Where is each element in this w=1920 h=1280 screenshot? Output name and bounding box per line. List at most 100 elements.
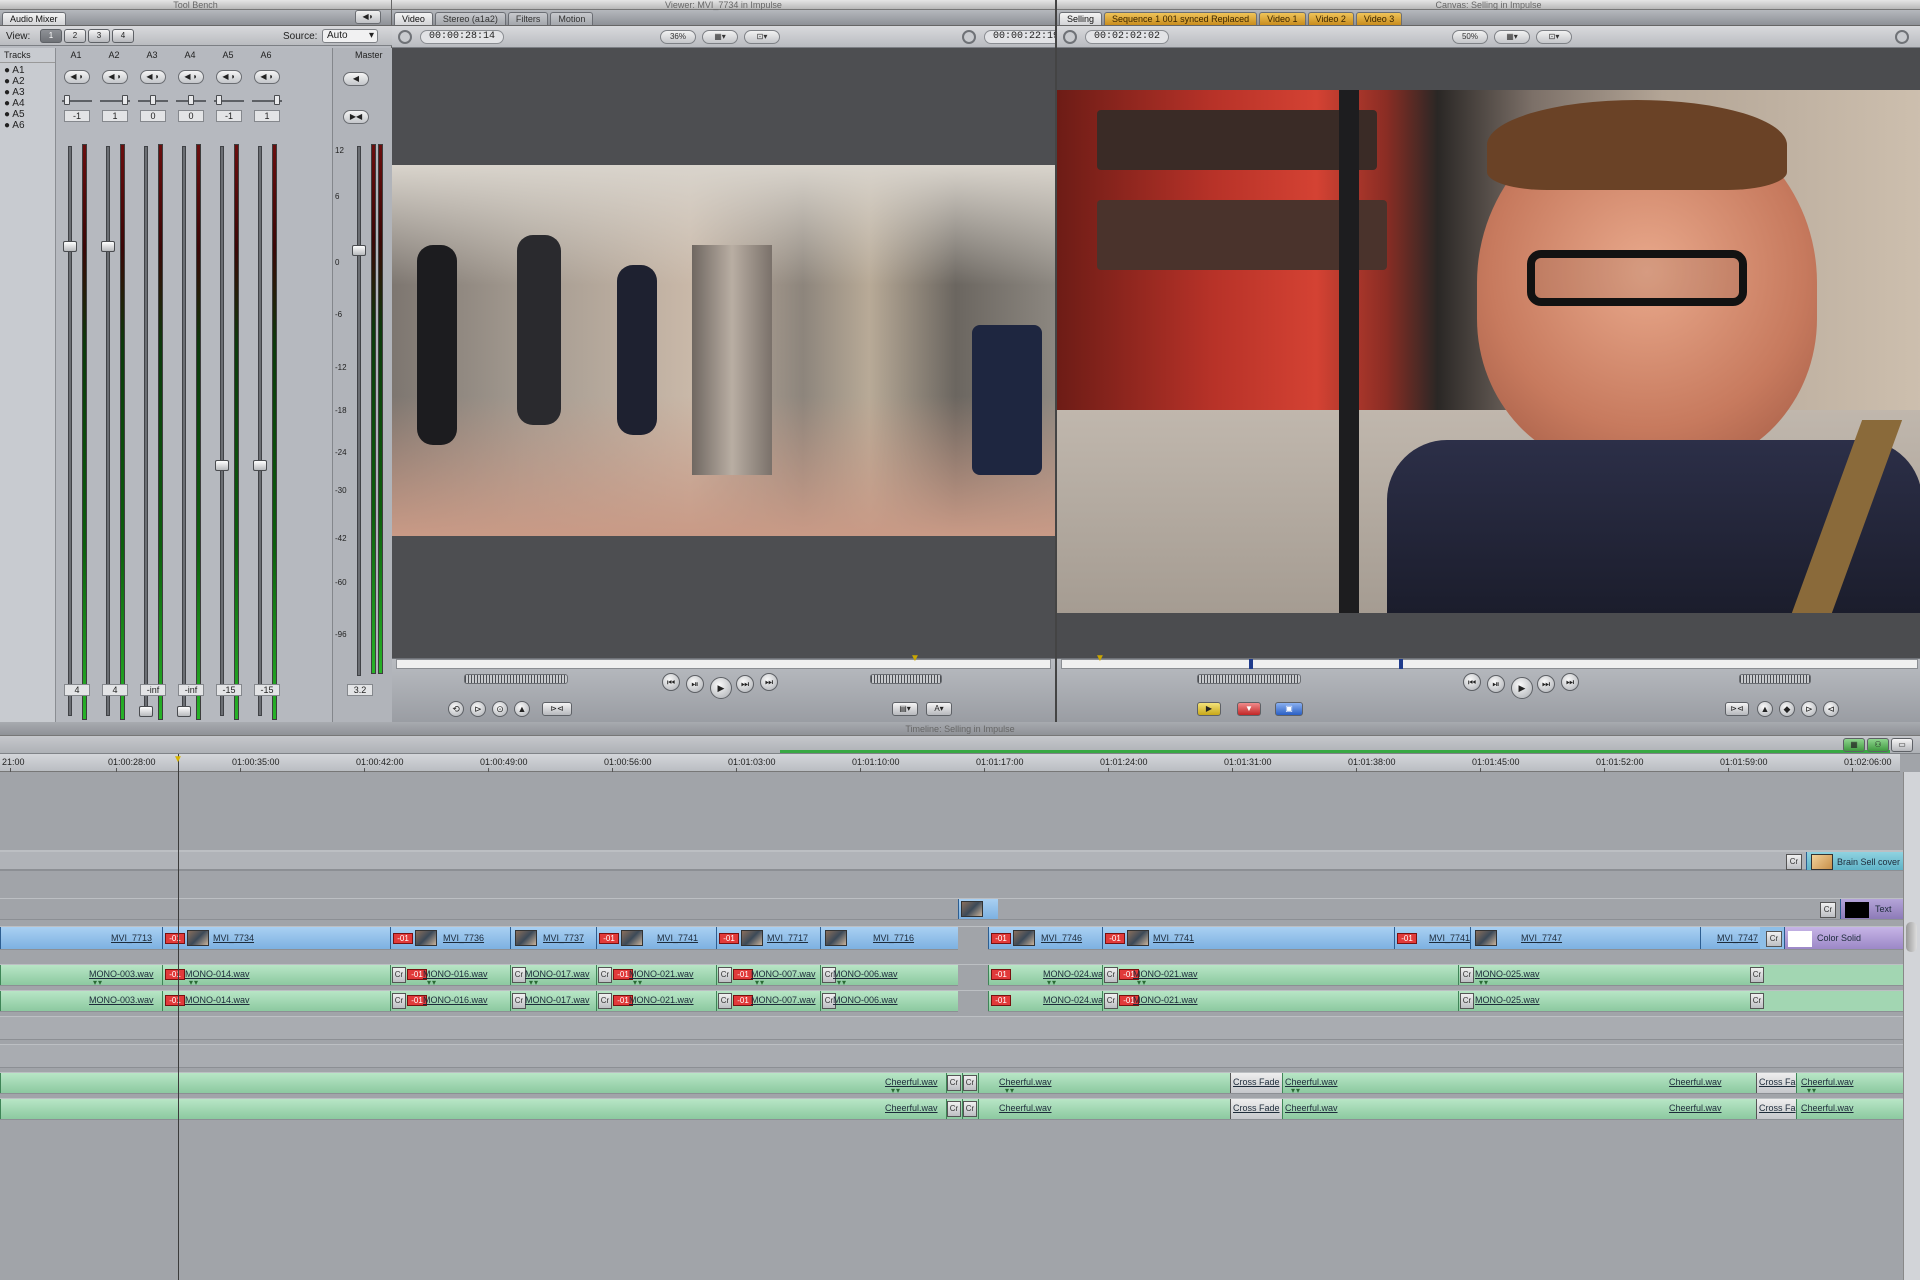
music-clip[interactable]: Cr (962, 1099, 978, 1119)
volume-fader[interactable] (63, 241, 77, 253)
video-clip[interactable]: -01 MVI_7734 (162, 927, 390, 949)
canvas-shuttle[interactable] (1197, 674, 1301, 684)
timeline-playhead[interactable] (178, 754, 179, 1280)
pan-value[interactable]: 1 (102, 110, 128, 122)
pan-knob[interactable] (274, 95, 280, 105)
music-clip[interactable]: Cheerful.wav ▾▾ (978, 1073, 1230, 1093)
tab-filters[interactable]: Filters (507, 12, 549, 25)
audio-clip[interactable]: Cr MONO-006.wav (820, 991, 958, 1011)
viewer-timecode-duration[interactable]: 00:00:28:14 (420, 30, 505, 44)
video-clip[interactable]: MVI_7716 (820, 927, 958, 949)
mute-solo-icon[interactable]: ◀ ◗ (254, 70, 280, 84)
pan-value[interactable]: 0 (140, 110, 166, 122)
linking-icon[interactable]: ⚇ (1867, 738, 1889, 752)
recent-clips-icon[interactable]: ▤▾ (892, 702, 918, 716)
viewer-scrubber[interactable] (396, 659, 1051, 669)
playhead-icon[interactable]: ▼ (910, 653, 920, 664)
pan-knob[interactable] (150, 95, 156, 105)
video-clip[interactable]: -01 MVI_7741 (1102, 927, 1394, 949)
music-clip[interactable]: Cross Fade (1230, 1073, 1282, 1093)
audio-clip[interactable]: MONO-003.wav ▾▾ (0, 965, 162, 985)
music-clip[interactable]: Cheerful.wav Cheerful.wav ▾▾ (1282, 1073, 1756, 1093)
canvas-playhead-icon[interactable]: ▼ (1095, 653, 1105, 664)
transition-icon[interactable]: Cr (1750, 993, 1764, 1009)
transition-icon[interactable]: Cr (1820, 902, 1836, 918)
canvas-gear-icon[interactable] (1063, 30, 1077, 44)
tab-video-1[interactable]: Video 1 (1259, 12, 1306, 25)
timeline-vertical-scrollbar[interactable] (1903, 772, 1920, 1280)
canvas-view-select-icon[interactable]: ▦▾ (1494, 30, 1530, 44)
tab-selling[interactable]: Selling (1059, 12, 1103, 25)
level-value[interactable]: -15 (254, 684, 280, 696)
view-button-1[interactable]: 1 (40, 29, 62, 43)
video-clip[interactable]: -01 MVI_7736 (390, 927, 510, 949)
transition-icon[interactable]: Cr (1766, 931, 1782, 947)
track-height-icon[interactable]: ▭ (1891, 738, 1913, 752)
canvas-in-marker[interactable] (1249, 659, 1253, 669)
view-button-3[interactable]: 3 (88, 29, 110, 43)
canvas-mark-clip-icon[interactable]: ◆ (1779, 701, 1795, 717)
tab-motion[interactable]: Motion (550, 12, 594, 25)
level-value[interactable]: 4 (64, 684, 90, 696)
play-around-icon[interactable]: ⏭ (736, 675, 754, 693)
pan-value[interactable]: 0 (178, 110, 204, 122)
viewer-jog[interactable] (870, 674, 942, 684)
mark-in-icon[interactable]: ⊳ (470, 701, 486, 717)
tab-video[interactable]: Video (394, 12, 433, 25)
tab-audio-mixer[interactable]: Audio Mixer (2, 12, 66, 25)
audio-clip[interactable]: -01 MONO-014.wav (162, 991, 390, 1011)
canvas-zoom-select[interactable]: 50% (1452, 30, 1488, 44)
replace-edit-icon[interactable]: ▣ (1275, 702, 1303, 716)
track-list-item[interactable]: ● A6 (4, 120, 51, 131)
audio-clip[interactable]: Cr -01 MONO-007.wav ▾▾ (716, 965, 820, 985)
canvas-mark-in-icon[interactable]: ⊳ (1801, 701, 1817, 717)
music-clip[interactable]: Cr (946, 1073, 962, 1093)
music-clip[interactable]: Cheerful.wav (978, 1099, 1230, 1119)
audio-clip[interactable]: Cr -01 MONO-021.wav ▾▾ (596, 965, 716, 985)
playhead-marker-icon[interactable]: ▼ (173, 754, 183, 765)
mark-out-icon[interactable]: ⊙ (492, 701, 508, 717)
music-clip[interactable]: Cheerful.wav (0, 1099, 946, 1119)
canvas-in-out-icon[interactable]: ⊳⊲ (1725, 702, 1749, 716)
tab-sequence[interactable]: Sequence 1 001 synced Replaced (1104, 12, 1258, 25)
match-frame-icon[interactable]: ⟲ (448, 701, 464, 717)
mute-solo-icon[interactable]: ◀ ◗ (178, 70, 204, 84)
track-list-item[interactable]: ● A5 (4, 109, 51, 120)
canvas-out-marker[interactable] (1399, 659, 1403, 669)
master-volume-fader[interactable] (352, 244, 366, 256)
pan-knob[interactable] (188, 95, 194, 105)
tab-stereo[interactable]: Stereo (a1a2) (434, 12, 506, 25)
pan-knob[interactable] (122, 95, 128, 105)
canvas-jog[interactable] (1739, 674, 1811, 684)
audio-clip[interactable]: -01 MONO-024.wav (988, 991, 1102, 1011)
audio-clip[interactable]: MONO-003.wav (0, 991, 162, 1011)
audio-clip[interactable]: Cr MONO-025.wav (1458, 991, 1760, 1011)
canvas-go-to-end-icon[interactable]: ⏭ (1561, 673, 1579, 691)
video-clip[interactable]: MVI_7747 (1700, 927, 1760, 949)
play-icon[interactable]: ▶ (710, 677, 732, 699)
audio-clip[interactable]: Cr -01 MONO-016.wav ▾▾ (390, 965, 510, 985)
video-clip[interactable]: MVI_7713 (0, 927, 162, 949)
viewer-view-select-icon[interactable]: ▦▾ (702, 30, 738, 44)
music-clip[interactable]: Cheerful.wav (1796, 1099, 1903, 1119)
canvas-add-marker-icon[interactable]: ▲ (1757, 701, 1773, 717)
canvas-scrubber[interactable] (1061, 659, 1918, 669)
track-list-item[interactable]: ● A2 (4, 76, 51, 87)
pan-knob[interactable] (216, 95, 222, 105)
music-clip[interactable]: Cr (962, 1073, 978, 1093)
viewer-zoom-select[interactable]: 36% (660, 30, 696, 44)
volume-fader[interactable] (177, 706, 191, 717)
video-clip[interactable]: -01 MVI_7741 (596, 927, 716, 949)
canvas-go-to-start-icon[interactable]: ⏮ (1463, 673, 1481, 691)
timeline-ruler[interactable]: 21:00 01:00:28:00 01:00:35:00 01:00:42:00 01… (0, 754, 1900, 772)
clip-text[interactable]: Text (1840, 899, 1903, 919)
audio-clip[interactable]: Cr -01 MONO-016.wav (390, 991, 510, 1011)
clip-color-solid[interactable]: Color Solid (1784, 927, 1903, 949)
level-value[interactable]: 4 (102, 684, 128, 696)
audio-clip[interactable]: Cr -01 MONO-021.wav (1102, 991, 1458, 1011)
video-clip[interactable]: -01 MVI_7741 (1394, 927, 1470, 949)
pan-value[interactable]: -1 (216, 110, 242, 122)
audio-clip[interactable]: Cr MONO-025.wav ▾▾ (1458, 965, 1760, 985)
audio-clip[interactable]: Cr MONO-006.wav ▾▾ (820, 965, 958, 985)
music-clip[interactable]: Cheerful.wav ▾▾ (1796, 1073, 1903, 1093)
